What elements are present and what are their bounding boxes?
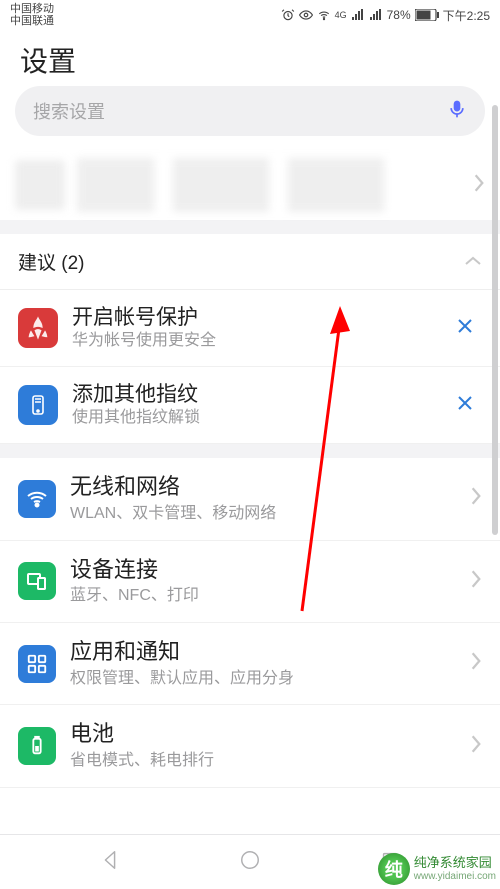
status-bar: 中国移动 中国联通 4G 78% 下午2:25 xyxy=(0,0,500,30)
clock-text: 下午2:25 xyxy=(443,7,490,24)
content-scroll[interactable]: 搜索设置 建议 (2) 开启帐号保护 xyxy=(0,86,500,834)
carrier-label: 中国移动 中国联通 xyxy=(10,3,54,27)
suggestion-title: 开启帐号保护 xyxy=(72,304,448,331)
chevron-right-icon xyxy=(470,569,482,594)
battery-tile-icon xyxy=(18,727,56,765)
apps-icon xyxy=(18,645,56,683)
profile-redacted-text xyxy=(77,158,461,212)
carrier-2: 中国联通 xyxy=(10,15,54,27)
suggestion-text: 开启帐号保护 华为帐号使用更安全 xyxy=(72,304,448,352)
status-icons: 4G 78% 下午2:25 xyxy=(281,7,490,24)
search-placeholder: 搜索设置 xyxy=(33,98,447,124)
signal-1-icon xyxy=(351,9,365,21)
device-link-icon xyxy=(18,562,56,600)
wifi-tile-icon xyxy=(18,480,56,518)
mic-icon[interactable] xyxy=(447,97,467,126)
chevron-right-icon xyxy=(470,651,482,676)
dismiss-button[interactable] xyxy=(448,310,482,346)
setting-subtitle: 省电模式、耗电排行 xyxy=(70,751,470,772)
setting-title: 电池 xyxy=(70,720,470,749)
suggestion-account-protect[interactable]: 开启帐号保护 华为帐号使用更安全 xyxy=(0,290,500,367)
battery-icon xyxy=(415,9,439,21)
suggestion-subtitle: 使用其他指纹解锁 xyxy=(72,408,448,429)
suggestion-subtitle: 华为帐号使用更安全 xyxy=(72,331,448,352)
nav-back-button[interactable] xyxy=(85,843,135,882)
signal-2-icon xyxy=(369,9,383,21)
battery-percent: 78% xyxy=(387,8,411,22)
setting-subtitle: 权限管理、默认应用、应用分身 xyxy=(70,669,470,690)
carrier-1: 中国移动 xyxy=(10,3,54,15)
section-gap xyxy=(0,444,500,458)
eye-icon xyxy=(299,8,313,22)
suggestion-title: 添加其他指纹 xyxy=(72,381,448,408)
huawei-icon xyxy=(18,308,58,348)
avatar xyxy=(15,160,65,210)
suggestions-header[interactable]: 建议 (2) xyxy=(0,234,500,290)
setting-title: 应用和通知 xyxy=(70,638,470,667)
setting-title: 无线和网络 xyxy=(70,473,470,502)
watermark-name: 纯净系统家园 xyxy=(414,856,496,870)
chevron-right-icon xyxy=(473,173,485,198)
nav-home-button[interactable] xyxy=(225,843,275,882)
watermark: 纯 纯净系统家园 www.yidaimei.com xyxy=(378,853,496,885)
chevron-up-icon xyxy=(464,251,482,273)
suggestion-add-fingerprint[interactable]: 添加其他指纹 使用其他指纹解锁 xyxy=(0,367,500,444)
net-label: 4G xyxy=(335,10,347,20)
suggestions-label: 建议 (2) xyxy=(18,248,85,275)
setting-apps-notifications[interactable]: 应用和通知 权限管理、默认应用、应用分身 xyxy=(0,623,500,705)
setting-device-connect[interactable]: 设备连接 蓝牙、NFC、打印 xyxy=(0,541,500,623)
setting-battery[interactable]: 电池 省电模式、耗电排行 xyxy=(0,705,500,787)
search-input[interactable]: 搜索设置 xyxy=(15,86,485,136)
alarm-icon xyxy=(281,8,295,22)
scrollbar-thumb[interactable] xyxy=(492,105,498,535)
watermark-badge-icon: 纯 xyxy=(378,853,410,885)
watermark-url: www.yidaimei.com xyxy=(414,871,496,882)
chevron-right-icon xyxy=(470,486,482,511)
dismiss-button[interactable] xyxy=(448,387,482,423)
section-gap xyxy=(0,220,500,234)
setting-wireless-network[interactable]: 无线和网络 WLAN、双卡管理、移动网络 xyxy=(0,458,500,540)
setting-subtitle: WLAN、双卡管理、移动网络 xyxy=(70,504,470,525)
setting-title: 设备连接 xyxy=(70,556,470,585)
chevron-right-icon xyxy=(470,734,482,759)
suggestion-text: 添加其他指纹 使用其他指纹解锁 xyxy=(72,381,448,429)
page-title: 设置 xyxy=(20,40,480,80)
fingerprint-icon xyxy=(18,385,58,425)
wifi-icon xyxy=(317,8,331,22)
profile-card[interactable] xyxy=(0,146,500,220)
setting-subtitle: 蓝牙、NFC、打印 xyxy=(70,586,470,607)
